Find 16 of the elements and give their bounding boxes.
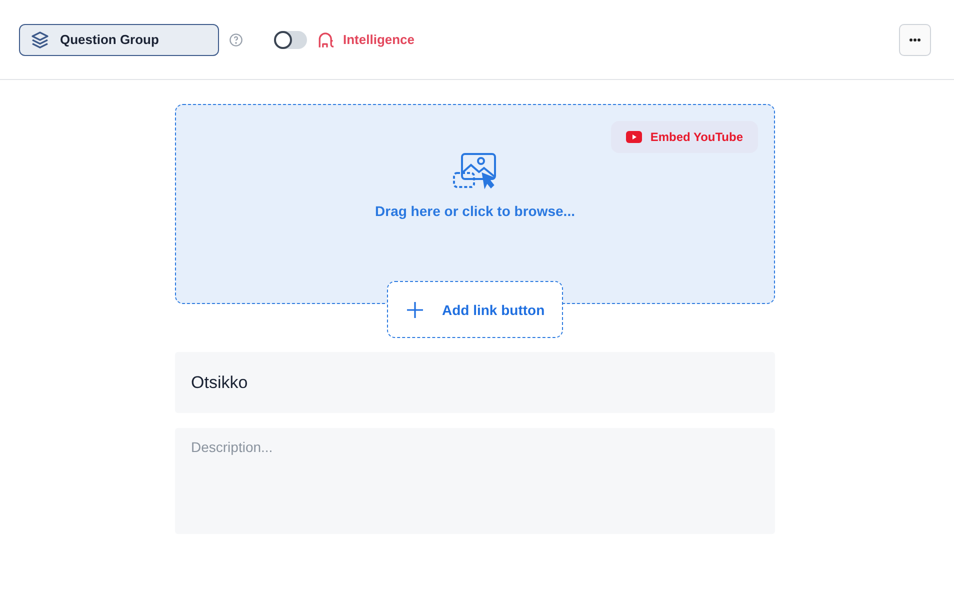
- image-upload-icon: [453, 153, 497, 191]
- add-link-button[interactable]: Add link button: [387, 281, 563, 338]
- media-dropzone[interactable]: Embed YouTube Drag here or click to browse...: [175, 104, 775, 304]
- plus-icon: [406, 300, 424, 318]
- play-icon: [626, 131, 642, 143]
- more-icon: [909, 38, 921, 42]
- description-field[interactable]: Description...: [175, 428, 775, 534]
- intelligence-label: Intelligence: [343, 32, 415, 47]
- intelligence-toggle[interactable]: [274, 30, 307, 48]
- more-options-button[interactable]: [899, 24, 931, 56]
- title-field[interactable]: Otsikko: [175, 352, 775, 413]
- question-group-button[interactable]: Question Group: [19, 24, 219, 56]
- drop-hint: Drag here or click to browse...: [375, 203, 575, 219]
- embed-youtube-button[interactable]: Embed YouTube: [611, 121, 758, 153]
- help-icon[interactable]: [229, 32, 243, 46]
- layers-icon: [30, 30, 50, 50]
